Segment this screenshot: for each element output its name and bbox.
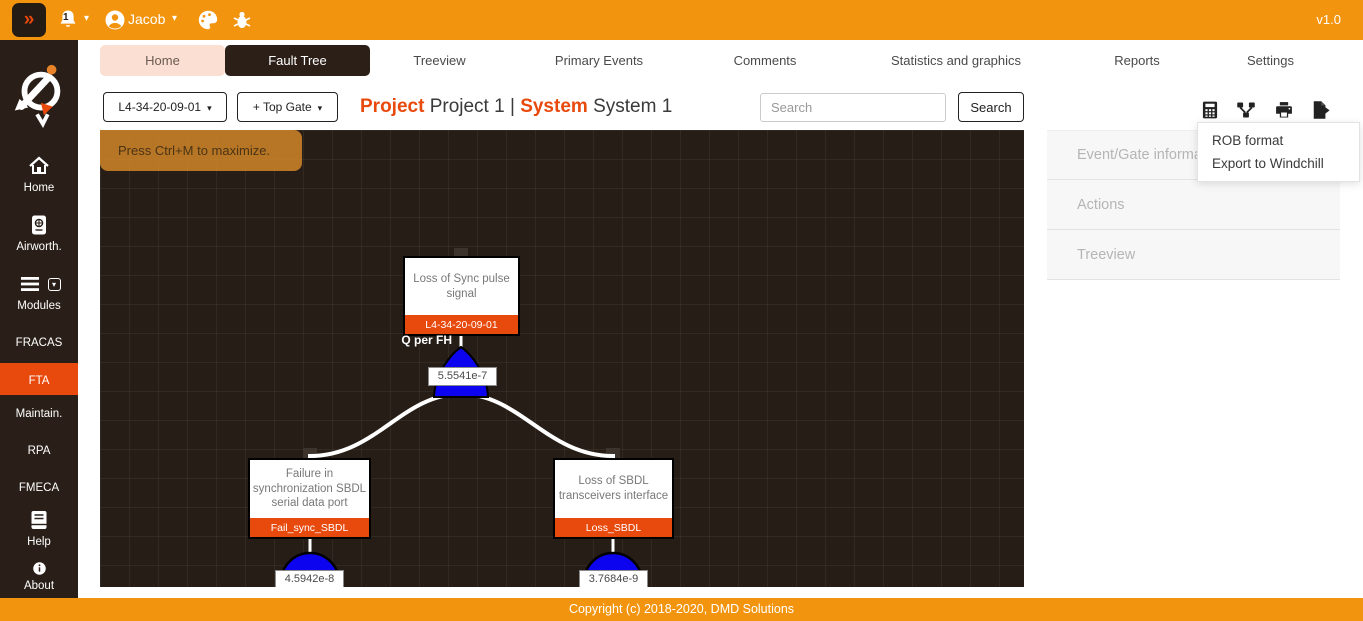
sidebar-item-fracas[interactable]: FRACAS: [0, 333, 78, 349]
node-code-badge: Fail_sync_SBDL: [250, 518, 369, 537]
app-window: » 1 ▾ Jacob ▾ v1.0 Home: [0, 0, 1363, 621]
tab-primary-events[interactable]: Primary Events: [509, 45, 689, 76]
sidebar-item-airworthiness[interactable]: Airworth.: [0, 213, 78, 253]
theme-palette-icon[interactable]: [196, 8, 220, 32]
gate-to-children-connector: [310, 394, 613, 460]
user-avatar-icon[interactable]: [103, 8, 127, 32]
book-icon: [27, 508, 51, 532]
tab-fault-tree[interactable]: Fault Tree: [225, 45, 370, 76]
sidebar-item-label: Maintain.: [16, 408, 63, 420]
sidebar-item-label: FTA: [29, 375, 50, 387]
node-probability-value: 3.7684e-9: [579, 570, 648, 587]
tree-node-right-event[interactable]: Loss of SBDL transceivers interface Loss…: [553, 458, 674, 539]
home-icon: [27, 154, 51, 178]
node-title: Failure in synchronization SBDL serial d…: [250, 460, 369, 518]
sidebar-item-maintain[interactable]: Maintain.: [0, 404, 78, 420]
calculate-icon[interactable]: [1200, 100, 1220, 120]
app-version-label: v1.0: [1316, 12, 1341, 27]
project-label: Project: [360, 96, 424, 117]
sidebar-item-rpa[interactable]: RPA: [0, 441, 78, 457]
node-code-badge: L4-34-20-09-01: [405, 315, 518, 334]
system-name: System 1: [593, 96, 672, 117]
sidebar-item-help[interactable]: Help: [0, 508, 78, 548]
menu-bars-icon: [18, 272, 42, 296]
export-dropdown-menu: ROB format Export to Windchill: [1197, 122, 1360, 182]
sidebar-item-label: RPA: [28, 445, 51, 457]
tree-node-left-event[interactable]: Failure in synchronization SBDL serial d…: [248, 458, 371, 539]
tab-treeview[interactable]: Treeview: [370, 45, 509, 76]
sidebar-item-fmeca[interactable]: FMECA: [0, 478, 78, 494]
sidebar-item-label: Home: [24, 182, 55, 194]
search-input[interactable]: [760, 93, 946, 122]
top-bar: » 1 ▾ Jacob ▾ v1.0: [0, 0, 1363, 40]
tab-reports[interactable]: Reports: [1071, 45, 1203, 76]
project-name: Project 1: [430, 96, 505, 117]
sidebar-item-label: Help: [27, 536, 51, 548]
node-code-badge: Loss_SBDL: [555, 518, 672, 537]
sidebar-collapse-button[interactable]: »: [12, 3, 46, 37]
sidebar-nav: Home Airworth. ▾ Modules FRACAS FTA Main…: [0, 40, 78, 598]
project-diagram-icon[interactable]: [1236, 100, 1256, 120]
add-top-gate-dropdown[interactable]: + Top Gate ▾: [237, 92, 338, 122]
bug-report-icon[interactable]: [230, 8, 254, 32]
node-title: Loss of SBDL transceivers interface: [555, 460, 672, 518]
menu-item-export-windchill[interactable]: Export to Windchill: [1198, 152, 1359, 175]
sidebar-item-label: FMECA: [19, 482, 59, 494]
username-label[interactable]: Jacob: [128, 11, 165, 27]
chevron-down-icon: ▾: [318, 103, 323, 113]
maximize-hint-banner: Press Ctrl+M to maximize.: [100, 130, 302, 171]
tab-comments[interactable]: Comments: [689, 45, 841, 76]
notifications-bell-icon[interactable]: 1: [56, 8, 80, 32]
accordion-treeview[interactable]: Treeview: [1047, 230, 1340, 280]
sidebar-item-label: About: [24, 580, 54, 592]
sidebar-item-home[interactable]: Home: [0, 154, 78, 194]
accordion-actions[interactable]: Actions: [1047, 180, 1340, 230]
sidebar-item-modules[interactable]: ▾ Modules: [0, 272, 78, 312]
chevron-down-icon: ▾: [207, 103, 212, 113]
export-file-icon[interactable]: [1310, 100, 1330, 120]
search-button[interactable]: Search: [958, 92, 1024, 122]
modules-caret-icon[interactable]: ▾: [48, 278, 61, 291]
tab-settings[interactable]: Settings: [1203, 45, 1338, 76]
node-title: Loss of Sync pulse signal: [405, 258, 518, 315]
passport-icon: [27, 213, 51, 237]
fault-tree-canvas[interactable]: Press Ctrl+M to maximize. Loss of Sync p…: [100, 130, 1024, 587]
notifications-caret-icon[interactable]: ▾: [84, 13, 89, 24]
menu-item-rob-format[interactable]: ROB format: [1198, 129, 1359, 152]
title-separator: |: [510, 96, 515, 117]
sidebar-item-about[interactable]: About: [0, 561, 78, 592]
sidebar-item-label: Airworth.: [16, 241, 61, 253]
add-top-gate-label: + Top Gate: [253, 100, 312, 114]
sidebar-item-fta-active[interactable]: FTA: [0, 363, 78, 395]
probability-type-label: Q per FH: [352, 333, 452, 347]
sidebar-item-label: Modules: [17, 300, 60, 312]
tab-home[interactable]: Home: [100, 45, 225, 76]
footer-copyright: Copyright (c) 2018-2020, DMD Solutions: [0, 598, 1363, 621]
gate-selector-dropdown[interactable]: L4-34-20-09-01 ▾: [103, 92, 227, 122]
info-icon: [32, 561, 47, 576]
tree-node-top-gate[interactable]: Loss of Sync pulse signal L4-34-20-09-01: [403, 256, 520, 336]
app-logo-bird-icon: [8, 58, 70, 128]
sidebar-item-label: FRACAS: [16, 337, 63, 349]
node-probability-value: 5.5541e-7: [428, 367, 497, 386]
tab-statistics-graphics[interactable]: Statistics and graphics: [841, 45, 1071, 76]
user-menu-caret-icon[interactable]: ▾: [172, 13, 177, 24]
node-probability-value: 4.5942e-8: [275, 570, 344, 587]
page-title: Project Project 1 | System System 1: [360, 96, 672, 118]
print-icon[interactable]: [1274, 100, 1294, 120]
gate-selector-value: L4-34-20-09-01: [118, 100, 201, 114]
system-label: System: [520, 96, 588, 117]
notification-count-badge: 1: [63, 12, 69, 23]
